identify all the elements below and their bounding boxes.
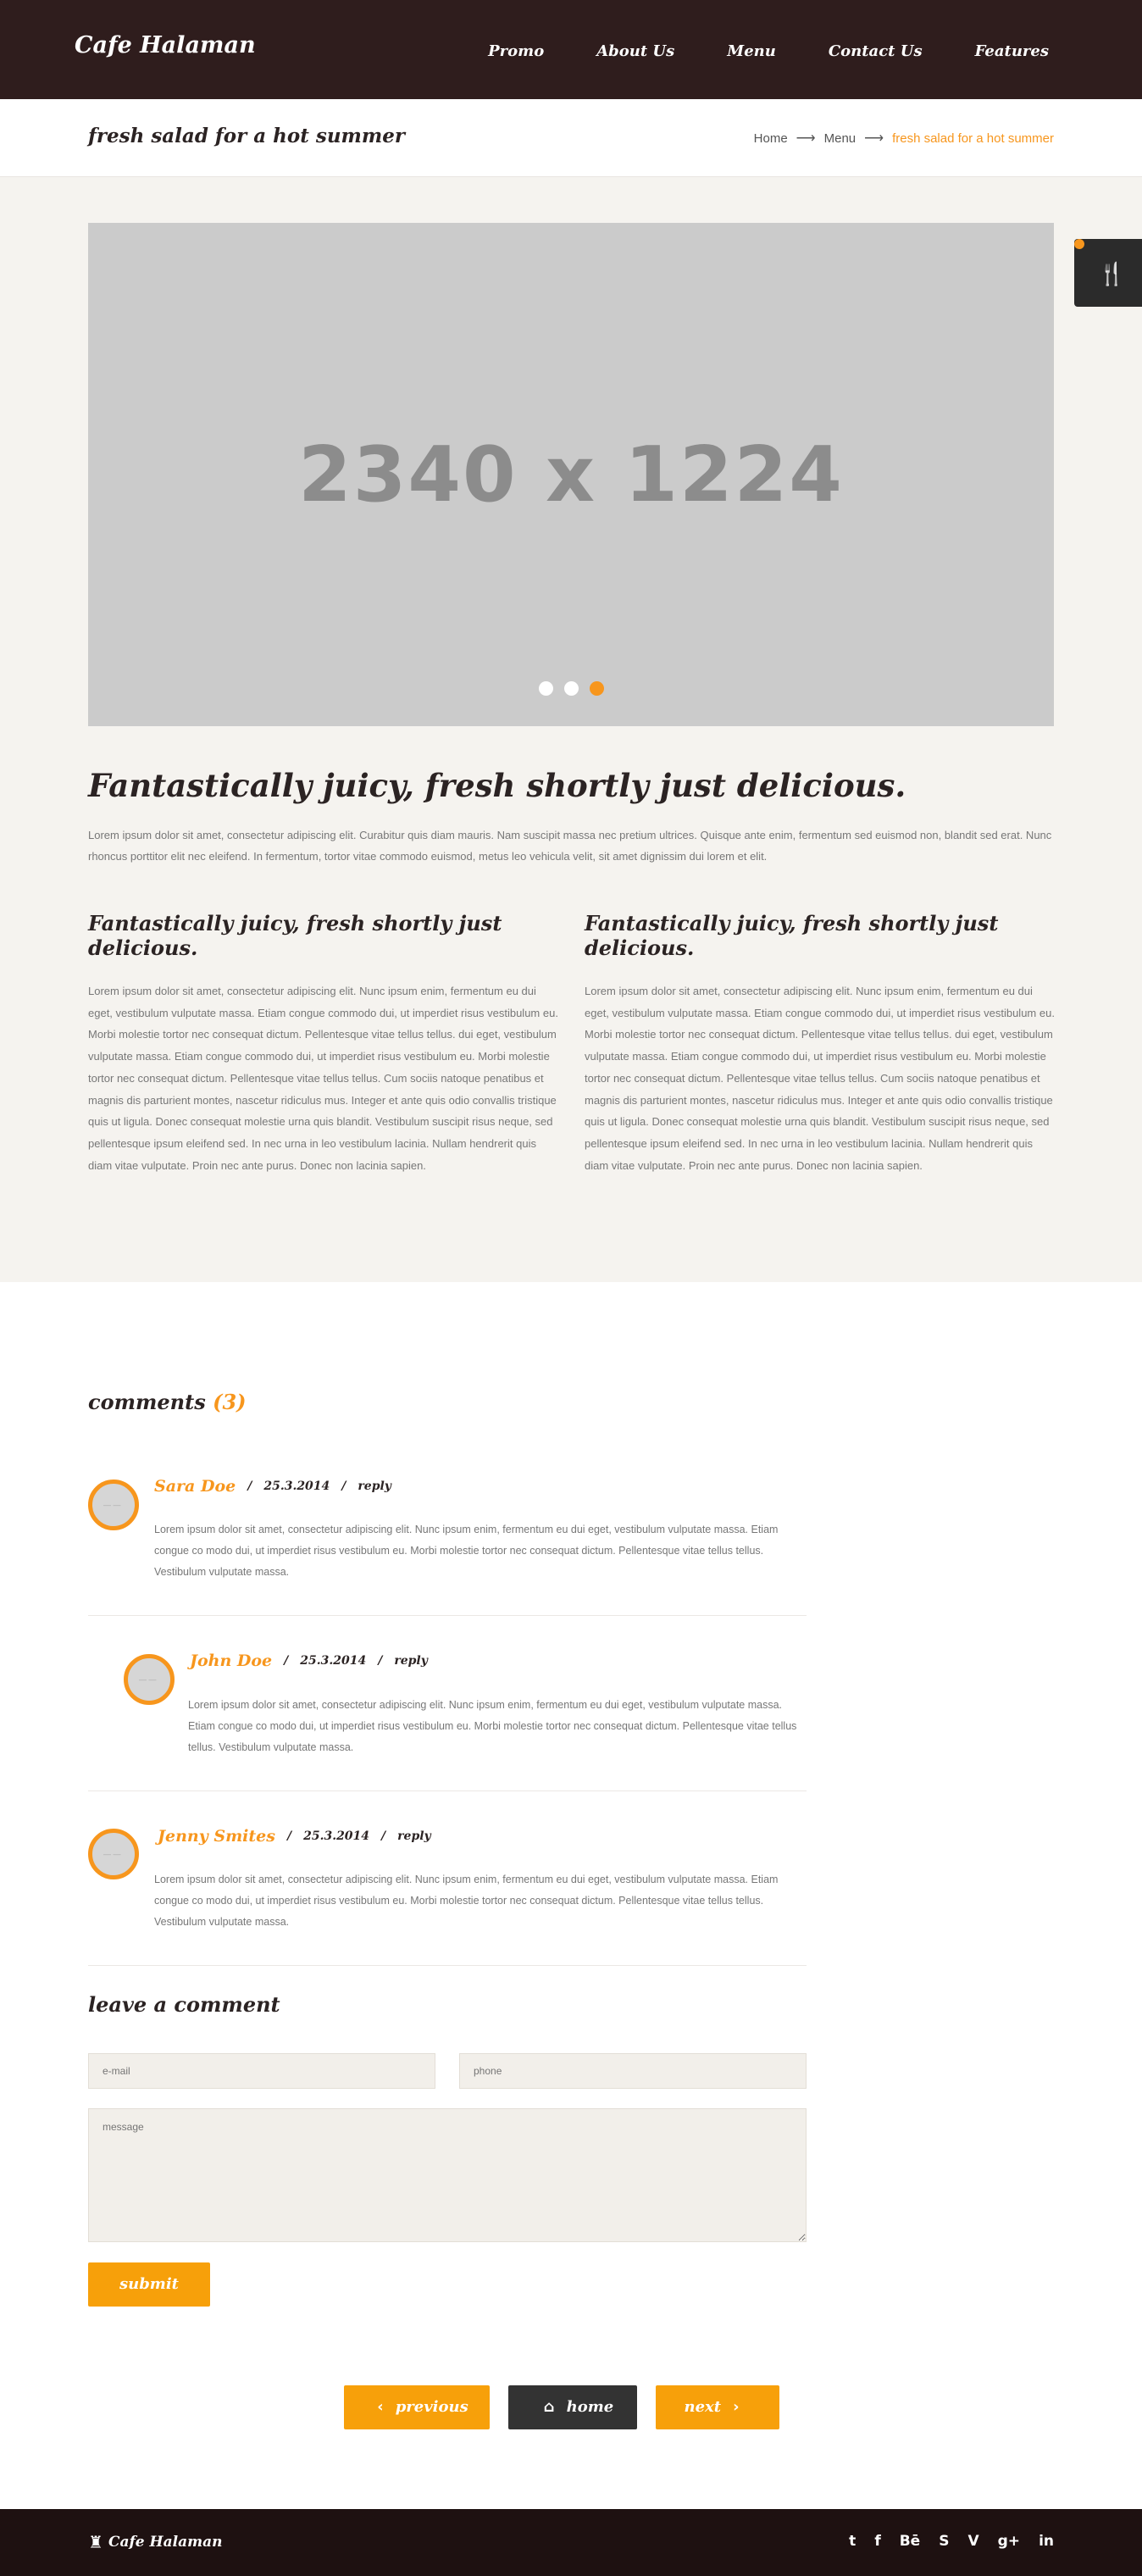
phone-field[interactable] <box>459 2053 807 2089</box>
comments-count: (3) <box>213 1390 247 1414</box>
separator: / <box>284 1654 289 1668</box>
reply-link[interactable]: reply <box>397 1829 431 1843</box>
linkedin-icon[interactable]: in <box>1039 2533 1054 2550</box>
skype-icon[interactable]: S <box>939 2533 949 2550</box>
separator: / <box>341 1480 346 1493</box>
comment-author[interactable]: Jenny Smites <box>158 1827 275 1846</box>
comment-date: 25.3.2014 <box>263 1480 330 1493</box>
nav-features[interactable]: Features <box>975 42 1049 60</box>
reply-link[interactable]: reply <box>394 1654 428 1668</box>
google-plus-icon[interactable]: g+ <box>998 2533 1020 2550</box>
site-footer: ♜ Cafe Halaman t f Bē S V g+ in <box>0 2509 1142 2576</box>
cafe-logo-icon: ♜ <box>88 2532 103 2552</box>
email-field[interactable] <box>88 2053 435 2089</box>
home-button[interactable]: ⌂ home <box>508 2385 637 2429</box>
slider-placeholder-text: 2340 x 1224 <box>298 430 844 519</box>
leave-comment-title: leave a comment <box>88 1992 280 2017</box>
behance-icon[interactable]: Bē <box>900 2533 921 2550</box>
breadcrumb-home[interactable]: Home <box>754 131 788 146</box>
avatar: — — <box>88 1480 139 1530</box>
previous-label: previous <box>395 2398 468 2416</box>
footer-logo-text: Cafe Halaman <box>108 2534 223 2551</box>
home-label: home <box>566 2398 614 2416</box>
column-text: Lorem ipsum dolor sit amet, consectetur … <box>88 985 558 1172</box>
site-header: Cafe Halaman Promo About Us Menu Contact… <box>0 0 1142 99</box>
breadcrumb-current: fresh salad for a hot summer <box>892 130 1054 146</box>
comment-author[interactable]: Sara Doe <box>154 1477 236 1496</box>
cutlery-icon: 🍴 <box>1098 261 1126 286</box>
slider-dot-1[interactable] <box>538 681 553 696</box>
message-field[interactable] <box>88 2108 807 2242</box>
nav-promo[interactable]: Promo <box>488 42 544 60</box>
chevron-right-icon: › <box>733 2398 740 2416</box>
site-logo[interactable]: Cafe Halaman <box>75 32 256 58</box>
nav-contact-us[interactable]: Contact Us <box>829 42 923 60</box>
comment-header: John Doe / 25.3.2014 / reply <box>190 1652 440 1670</box>
article-column-left: Fantastically juicy, fresh shortly just … <box>88 911 559 1176</box>
vimeo-icon[interactable]: V <box>967 2533 978 2550</box>
slider-dot-3[interactable] <box>589 681 604 696</box>
page-title: fresh salad for a hot summer <box>88 125 405 147</box>
avatar: — — <box>88 1829 139 1879</box>
slider-dot-2[interactable] <box>563 681 579 696</box>
comment-text: Lorem ipsum dolor sit amet, consectetur … <box>188 1699 797 1753</box>
main-nav: Promo About Us Menu Contact Us Features <box>435 42 1049 60</box>
side-menu-tab[interactable]: 🍴 <box>1074 239 1142 307</box>
comments-title: comments (3) <box>88 1390 247 1414</box>
notification-dot <box>1074 239 1084 249</box>
footer-logo[interactable]: ♜ Cafe Halaman <box>88 2532 222 2552</box>
comment-date: 25.3.2014 <box>300 1654 367 1668</box>
column-title: Fantastically juicy, fresh shortly just … <box>585 911 999 960</box>
facebook-icon[interactable]: f <box>874 2533 880 2550</box>
reply-link[interactable]: reply <box>358 1480 391 1493</box>
comment-divider <box>88 1790 807 1791</box>
comments-section: comments (3) — — Sara Doe / 25.3.2014 / … <box>0 1282 1142 2509</box>
nav-about-us[interactable]: About Us <box>596 42 674 60</box>
slider-dots <box>88 681 1054 696</box>
avatar-placeholder: — — <box>139 1675 157 1684</box>
column-title: Fantastically juicy, fresh shortly just … <box>88 911 502 960</box>
article-title: Fantastically juicy, fresh shortly just … <box>88 767 906 804</box>
separator: / <box>381 1829 386 1843</box>
arrow-right-icon: ⟶ <box>864 131 884 146</box>
social-links: t f Bē S V g+ in <box>849 2533 1054 2550</box>
comment-divider <box>88 1615 807 1616</box>
comment-date: 25.3.2014 <box>303 1829 370 1843</box>
comments-title-text: comments <box>88 1390 206 1414</box>
article-intro: Lorem ipsum dolor sit amet, consectetur … <box>88 829 1052 863</box>
comment-header: Sara Doe / 25.3.2014 / reply <box>154 1477 403 1496</box>
separator: / <box>286 1829 292 1843</box>
avatar-placeholder: — — <box>103 1501 121 1509</box>
comment-header: Jenny Smites / 25.3.2014 / reply <box>158 1827 443 1846</box>
home-icon: ⌂ <box>543 2398 555 2416</box>
next-label: next <box>684 2398 722 2416</box>
comment-divider <box>88 1965 807 1966</box>
column-text: Lorem ipsum dolor sit amet, consectetur … <box>585 985 1055 1172</box>
nav-menu[interactable]: Menu <box>727 42 776 60</box>
separator: / <box>378 1654 383 1668</box>
comment-text: Lorem ipsum dolor sit amet, consectetur … <box>154 1874 779 1928</box>
previous-button[interactable]: ‹ previous <box>344 2385 490 2429</box>
arrow-right-icon: ⟶ <box>796 131 816 146</box>
image-slider[interactable]: 2340 x 1224 <box>88 223 1054 726</box>
breadcrumb: Home ⟶ Menu ⟶ fresh salad for a hot summ… <box>754 130 1054 147</box>
chevron-left-icon: ‹ <box>377 2398 384 2416</box>
comment-author[interactable]: John Doe <box>190 1652 272 1670</box>
avatar-placeholder: — — <box>103 1850 121 1858</box>
breadcrumb-menu[interactable]: Menu <box>824 131 856 146</box>
separator: / <box>247 1480 252 1493</box>
avatar: — — <box>124 1654 175 1705</box>
article-column-right: Fantastically juicy, fresh shortly just … <box>585 911 1056 1176</box>
main-content: 2340 x 1224 🍴 Fantastically juicy, fresh… <box>0 177 1142 1282</box>
next-button[interactable]: next › <box>656 2385 779 2429</box>
title-bar: fresh salad for a hot summer Home ⟶ Menu… <box>0 99 1142 177</box>
submit-button[interactable]: submit <box>88 2262 210 2307</box>
comment-text: Lorem ipsum dolor sit amet, consectetur … <box>154 1524 779 1578</box>
twitter-icon[interactable]: t <box>849 2533 856 2550</box>
